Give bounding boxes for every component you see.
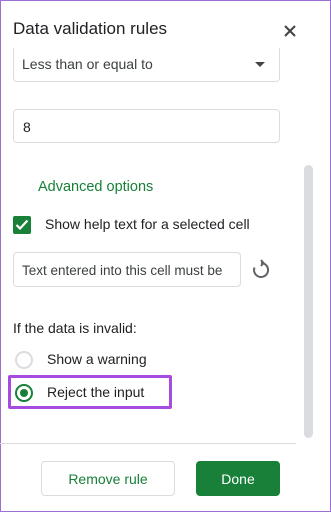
- reset-icon[interactable]: [250, 259, 272, 281]
- close-icon[interactable]: [281, 22, 299, 40]
- help-text-checkbox-label: Show help text for a selected cell: [45, 216, 250, 232]
- help-text-checkbox[interactable]: [13, 216, 31, 234]
- panel-title: Data validation rules: [13, 19, 168, 38]
- scrollbar[interactable]: [304, 165, 313, 438]
- value-input[interactable]: 8: [13, 109, 280, 143]
- annotation-highlight-box: [8, 375, 172, 409]
- check-icon: [15, 219, 29, 231]
- footer-divider: [0, 443, 296, 444]
- advanced-options-toggle[interactable]: Advanced options: [38, 179, 153, 195]
- radio-show-warning[interactable]: [15, 351, 33, 369]
- remove-rule-button[interactable]: Remove rule: [41, 461, 175, 496]
- help-text-value: Text entered into this cell must be: [22, 263, 223, 278]
- done-button[interactable]: Done: [196, 461, 280, 496]
- radio-show-warning-label: Show a warning: [47, 351, 147, 367]
- chevron-down-icon: [255, 62, 265, 67]
- help-text-input[interactable]: Text entered into this cell must be: [13, 252, 241, 287]
- condition-select[interactable]: Less than or equal to: [13, 48, 280, 82]
- invalid-data-label: If the data is invalid:: [13, 320, 137, 336]
- condition-value: Less than or equal to: [22, 56, 153, 72]
- value-input-text: 8: [23, 119, 31, 135]
